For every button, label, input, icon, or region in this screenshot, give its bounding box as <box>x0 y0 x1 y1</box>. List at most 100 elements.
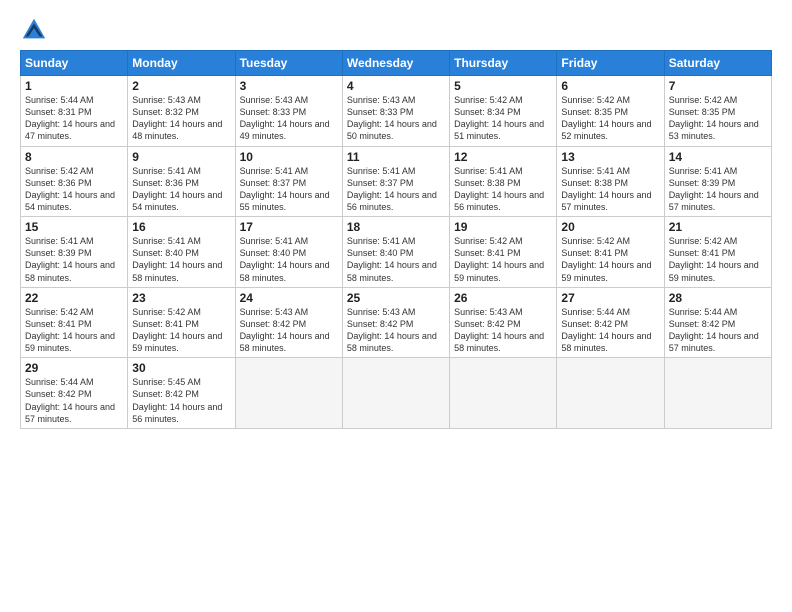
table-row: 28 Sunrise: 5:44 AMSunset: 8:42 PMDaylig… <box>664 287 771 358</box>
table-row: 25 Sunrise: 5:43 AMSunset: 8:42 PMDaylig… <box>342 287 449 358</box>
table-row: 10 Sunrise: 5:41 AMSunset: 8:37 PMDaylig… <box>235 146 342 217</box>
table-row <box>450 358 557 429</box>
day-info: Sunrise: 5:43 AMSunset: 8:42 PMDaylight:… <box>240 306 338 355</box>
day-number: 3 <box>240 79 338 93</box>
table-row: 11 Sunrise: 5:41 AMSunset: 8:37 PMDaylig… <box>342 146 449 217</box>
col-monday: Monday <box>128 51 235 76</box>
table-row: 24 Sunrise: 5:43 AMSunset: 8:42 PMDaylig… <box>235 287 342 358</box>
col-sunday: Sunday <box>21 51 128 76</box>
day-number: 15 <box>25 220 123 234</box>
table-row: 15 Sunrise: 5:41 AMSunset: 8:39 PMDaylig… <box>21 217 128 288</box>
day-number: 25 <box>347 291 445 305</box>
day-info: Sunrise: 5:43 AMSunset: 8:33 PMDaylight:… <box>240 94 338 143</box>
page-header <box>20 16 772 44</box>
table-row: 22 Sunrise: 5:42 AMSunset: 8:41 PMDaylig… <box>21 287 128 358</box>
table-row: 16 Sunrise: 5:41 AMSunset: 8:40 PMDaylig… <box>128 217 235 288</box>
day-info: Sunrise: 5:41 AMSunset: 8:38 PMDaylight:… <box>561 165 659 214</box>
day-number: 12 <box>454 150 552 164</box>
day-number: 19 <box>454 220 552 234</box>
day-number: 7 <box>669 79 767 93</box>
logo <box>20 16 52 44</box>
day-number: 26 <box>454 291 552 305</box>
day-info: Sunrise: 5:42 AMSunset: 8:34 PMDaylight:… <box>454 94 552 143</box>
day-number: 1 <box>25 79 123 93</box>
day-number: 8 <box>25 150 123 164</box>
day-info: Sunrise: 5:44 AMSunset: 8:42 PMDaylight:… <box>669 306 767 355</box>
day-info: Sunrise: 5:44 AMSunset: 8:42 PMDaylight:… <box>561 306 659 355</box>
day-info: Sunrise: 5:42 AMSunset: 8:41 PMDaylight:… <box>454 235 552 284</box>
day-number: 5 <box>454 79 552 93</box>
logo-icon <box>20 16 48 44</box>
table-row: 19 Sunrise: 5:42 AMSunset: 8:41 PMDaylig… <box>450 217 557 288</box>
table-row <box>342 358 449 429</box>
day-number: 24 <box>240 291 338 305</box>
day-number: 13 <box>561 150 659 164</box>
day-info: Sunrise: 5:42 AMSunset: 8:35 PMDaylight:… <box>669 94 767 143</box>
table-row <box>557 358 664 429</box>
col-tuesday: Tuesday <box>235 51 342 76</box>
day-info: Sunrise: 5:42 AMSunset: 8:41 PMDaylight:… <box>669 235 767 284</box>
table-row: 2 Sunrise: 5:43 AMSunset: 8:32 PMDayligh… <box>128 76 235 147</box>
day-number: 10 <box>240 150 338 164</box>
day-info: Sunrise: 5:41 AMSunset: 8:37 PMDaylight:… <box>347 165 445 214</box>
day-number: 20 <box>561 220 659 234</box>
day-number: 6 <box>561 79 659 93</box>
day-number: 30 <box>132 361 230 375</box>
table-row: 13 Sunrise: 5:41 AMSunset: 8:38 PMDaylig… <box>557 146 664 217</box>
table-row: 4 Sunrise: 5:43 AMSunset: 8:33 PMDayligh… <box>342 76 449 147</box>
day-info: Sunrise: 5:43 AMSunset: 8:33 PMDaylight:… <box>347 94 445 143</box>
day-info: Sunrise: 5:41 AMSunset: 8:37 PMDaylight:… <box>240 165 338 214</box>
day-number: 22 <box>25 291 123 305</box>
day-number: 29 <box>25 361 123 375</box>
table-row: 5 Sunrise: 5:42 AMSunset: 8:34 PMDayligh… <box>450 76 557 147</box>
day-info: Sunrise: 5:42 AMSunset: 8:41 PMDaylight:… <box>132 306 230 355</box>
day-info: Sunrise: 5:44 AMSunset: 8:42 PMDaylight:… <box>25 376 123 425</box>
day-number: 14 <box>669 150 767 164</box>
day-info: Sunrise: 5:43 AMSunset: 8:42 PMDaylight:… <box>454 306 552 355</box>
table-row: 9 Sunrise: 5:41 AMSunset: 8:36 PMDayligh… <box>128 146 235 217</box>
table-row: 12 Sunrise: 5:41 AMSunset: 8:38 PMDaylig… <box>450 146 557 217</box>
day-number: 27 <box>561 291 659 305</box>
table-row: 20 Sunrise: 5:42 AMSunset: 8:41 PMDaylig… <box>557 217 664 288</box>
day-info: Sunrise: 5:43 AMSunset: 8:32 PMDaylight:… <box>132 94 230 143</box>
table-row: 8 Sunrise: 5:42 AMSunset: 8:36 PMDayligh… <box>21 146 128 217</box>
day-info: Sunrise: 5:41 AMSunset: 8:39 PMDaylight:… <box>669 165 767 214</box>
day-info: Sunrise: 5:41 AMSunset: 8:40 PMDaylight:… <box>132 235 230 284</box>
table-row: 17 Sunrise: 5:41 AMSunset: 8:40 PMDaylig… <box>235 217 342 288</box>
day-number: 11 <box>347 150 445 164</box>
table-row: 27 Sunrise: 5:44 AMSunset: 8:42 PMDaylig… <box>557 287 664 358</box>
day-number: 9 <box>132 150 230 164</box>
col-friday: Friday <box>557 51 664 76</box>
day-info: Sunrise: 5:41 AMSunset: 8:39 PMDaylight:… <box>25 235 123 284</box>
day-number: 18 <box>347 220 445 234</box>
day-number: 21 <box>669 220 767 234</box>
day-number: 16 <box>132 220 230 234</box>
day-number: 2 <box>132 79 230 93</box>
table-row <box>235 358 342 429</box>
table-row: 18 Sunrise: 5:41 AMSunset: 8:40 PMDaylig… <box>342 217 449 288</box>
day-info: Sunrise: 5:41 AMSunset: 8:40 PMDaylight:… <box>347 235 445 284</box>
calendar-header-row: Sunday Monday Tuesday Wednesday Thursday… <box>21 51 772 76</box>
col-thursday: Thursday <box>450 51 557 76</box>
table-row: 29 Sunrise: 5:44 AMSunset: 8:42 PMDaylig… <box>21 358 128 429</box>
calendar-page: Sunday Monday Tuesday Wednesday Thursday… <box>0 0 792 612</box>
col-saturday: Saturday <box>664 51 771 76</box>
day-number: 28 <box>669 291 767 305</box>
table-row: 1 Sunrise: 5:44 AMSunset: 8:31 PMDayligh… <box>21 76 128 147</box>
table-row: 30 Sunrise: 5:45 AMSunset: 8:42 PMDaylig… <box>128 358 235 429</box>
day-info: Sunrise: 5:42 AMSunset: 8:35 PMDaylight:… <box>561 94 659 143</box>
day-info: Sunrise: 5:41 AMSunset: 8:36 PMDaylight:… <box>132 165 230 214</box>
day-info: Sunrise: 5:44 AMSunset: 8:31 PMDaylight:… <box>25 94 123 143</box>
day-info: Sunrise: 5:41 AMSunset: 8:40 PMDaylight:… <box>240 235 338 284</box>
table-row <box>664 358 771 429</box>
day-info: Sunrise: 5:42 AMSunset: 8:41 PMDaylight:… <box>561 235 659 284</box>
table-row: 3 Sunrise: 5:43 AMSunset: 8:33 PMDayligh… <box>235 76 342 147</box>
table-row: 23 Sunrise: 5:42 AMSunset: 8:41 PMDaylig… <box>128 287 235 358</box>
day-number: 23 <box>132 291 230 305</box>
day-number: 4 <box>347 79 445 93</box>
table-row: 7 Sunrise: 5:42 AMSunset: 8:35 PMDayligh… <box>664 76 771 147</box>
day-info: Sunrise: 5:43 AMSunset: 8:42 PMDaylight:… <box>347 306 445 355</box>
day-number: 17 <box>240 220 338 234</box>
calendar-table: Sunday Monday Tuesday Wednesday Thursday… <box>20 50 772 429</box>
table-row: 21 Sunrise: 5:42 AMSunset: 8:41 PMDaylig… <box>664 217 771 288</box>
